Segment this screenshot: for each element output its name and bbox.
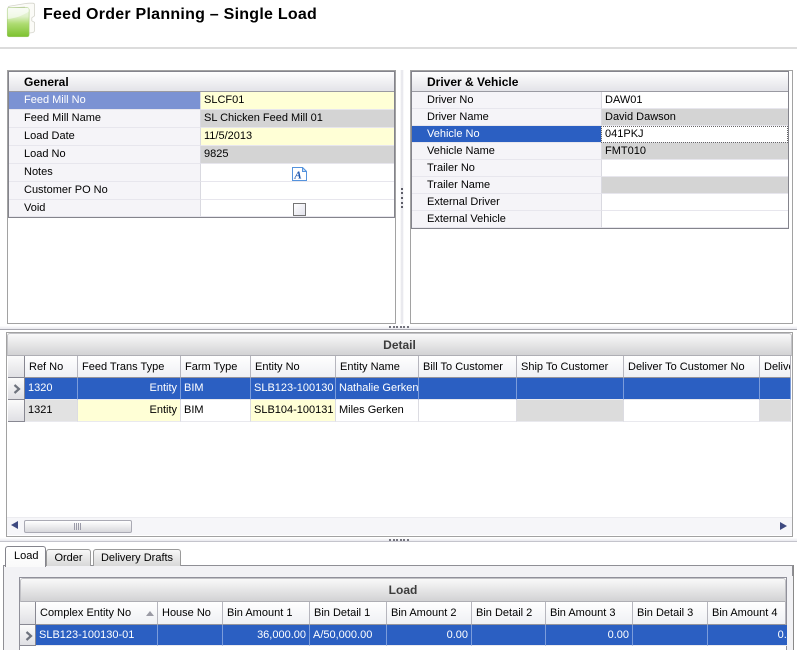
svg-text:A: A (293, 170, 301, 182)
